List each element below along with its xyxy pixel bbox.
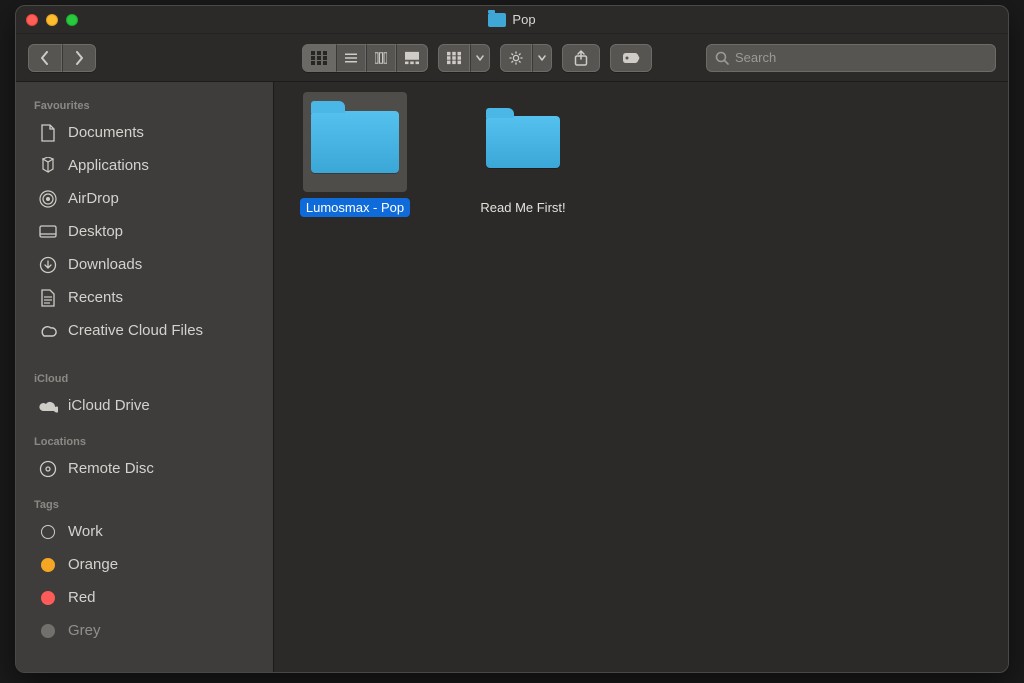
sidebar-item-label: Downloads	[68, 256, 142, 273]
folder-icon	[486, 116, 560, 168]
airdrop-icon	[38, 189, 58, 209]
sidebar-item-desktop[interactable]: Desktop	[16, 215, 273, 248]
sidebar: Favourites Documents Applications AirDro…	[16, 82, 274, 672]
tags-button[interactable]	[610, 44, 652, 72]
sidebar-item-tag-work[interactable]: Work	[16, 515, 273, 548]
sidebar-item-remote-disc[interactable]: Remote Disc	[16, 452, 273, 485]
action-group	[500, 44, 552, 72]
arrange-group	[438, 44, 490, 72]
action-button[interactable]	[500, 44, 532, 72]
window-title-text: Pop	[512, 12, 535, 27]
search-icon	[715, 51, 729, 65]
folder-icon	[311, 111, 399, 173]
sidebar-item-label: AirDrop	[68, 190, 119, 207]
sidebar-item-tag-grey[interactable]: Grey	[16, 614, 273, 647]
list-icon	[345, 51, 357, 65]
sidebar-item-tag-orange[interactable]: Orange	[16, 548, 273, 581]
sidebar-item-label: Orange	[68, 556, 118, 573]
item-label: Lumosmax - Pop	[300, 198, 410, 217]
nav-buttons	[28, 44, 96, 72]
sidebar-item-documents[interactable]: Documents	[16, 116, 273, 149]
sidebar-item-applications[interactable]: Applications	[16, 149, 273, 182]
desktop-icon	[38, 222, 58, 242]
view-gallery-button[interactable]	[396, 44, 428, 72]
sidebar-item-airdrop[interactable]: AirDrop	[16, 182, 273, 215]
tag-dot-icon	[38, 555, 58, 575]
content-area[interactable]: Lumosmax - Pop Read Me First!	[274, 82, 1008, 672]
chevron-right-icon	[74, 51, 84, 65]
section-header-favourites: Favourites	[16, 92, 273, 116]
view-list-button[interactable]	[336, 44, 366, 72]
applications-icon	[38, 156, 58, 176]
sidebar-item-label: Remote Disc	[68, 460, 154, 477]
chevron-down-icon	[538, 55, 546, 61]
recents-icon	[38, 288, 58, 308]
share-button[interactable]	[562, 44, 600, 72]
search-input[interactable]	[735, 50, 987, 65]
folder-icon	[488, 13, 506, 27]
folder-icon-box	[303, 92, 407, 192]
sidebar-item-label: Grey	[68, 622, 101, 639]
sidebar-item-tag-red[interactable]: Red	[16, 581, 273, 614]
columns-icon	[375, 51, 387, 65]
grid-icon	[311, 51, 327, 65]
sidebar-item-label: Recents	[68, 289, 123, 306]
gear-icon	[509, 50, 523, 66]
tag-dot-icon	[38, 522, 58, 542]
finder-window: Pop	[15, 5, 1009, 673]
sidebar-item-label: Creative Cloud Files	[68, 322, 203, 339]
gallery-icon	[405, 51, 419, 65]
document-icon	[38, 123, 58, 143]
forward-button[interactable]	[62, 44, 96, 72]
titlebar: Pop	[16, 6, 1008, 34]
sidebar-item-label: Work	[68, 523, 103, 540]
action-dropdown-button[interactable]	[532, 44, 552, 72]
creative-cloud-icon	[38, 321, 58, 341]
arrange-button[interactable]	[438, 44, 470, 72]
item-label: Read Me First!	[474, 198, 571, 217]
search-field[interactable]	[706, 44, 996, 72]
toolbar	[16, 34, 1008, 82]
chevron-down-icon	[476, 55, 484, 61]
sidebar-item-label: Applications	[68, 157, 149, 174]
sidebar-item-label: Desktop	[68, 223, 123, 240]
tag-dot-icon	[38, 588, 58, 608]
minimize-window-button[interactable]	[46, 14, 58, 26]
sidebar-item-label: iCloud Drive	[68, 397, 150, 414]
window-title: Pop	[16, 12, 1008, 27]
view-columns-button[interactable]	[366, 44, 396, 72]
sidebar-item-downloads[interactable]: Downloads	[16, 248, 273, 281]
section-header-locations: Locations	[16, 428, 273, 452]
fullscreen-window-button[interactable]	[66, 14, 78, 26]
window-body: Favourites Documents Applications AirDro…	[16, 82, 1008, 672]
sidebar-item-recents[interactable]: Recents	[16, 281, 273, 314]
share-icon	[574, 50, 588, 66]
disc-icon	[38, 459, 58, 479]
grid-icon	[447, 51, 461, 65]
folder-icon-box	[471, 92, 575, 192]
chevron-left-icon	[40, 51, 50, 65]
sidebar-item-label: Documents	[68, 124, 144, 141]
arrange-dropdown-button[interactable]	[470, 44, 490, 72]
window-controls	[26, 14, 78, 26]
cloud-icon	[38, 396, 58, 416]
view-icons-button[interactable]	[302, 44, 336, 72]
section-header-icloud: iCloud	[16, 365, 273, 389]
view-mode-buttons	[302, 44, 428, 72]
tag-dot-icon	[38, 621, 58, 641]
close-window-button[interactable]	[26, 14, 38, 26]
folder-item[interactable]: Lumosmax - Pop	[290, 92, 420, 217]
sidebar-item-icloud-drive[interactable]: iCloud Drive	[16, 389, 273, 422]
sidebar-item-label: Red	[68, 589, 96, 606]
downloads-icon	[38, 255, 58, 275]
tag-icon	[622, 52, 640, 64]
back-button[interactable]	[28, 44, 62, 72]
folder-item[interactable]: Read Me First!	[458, 92, 588, 217]
sidebar-item-creative-cloud[interactable]: Creative Cloud Files	[16, 314, 273, 347]
section-header-tags: Tags	[16, 491, 273, 515]
